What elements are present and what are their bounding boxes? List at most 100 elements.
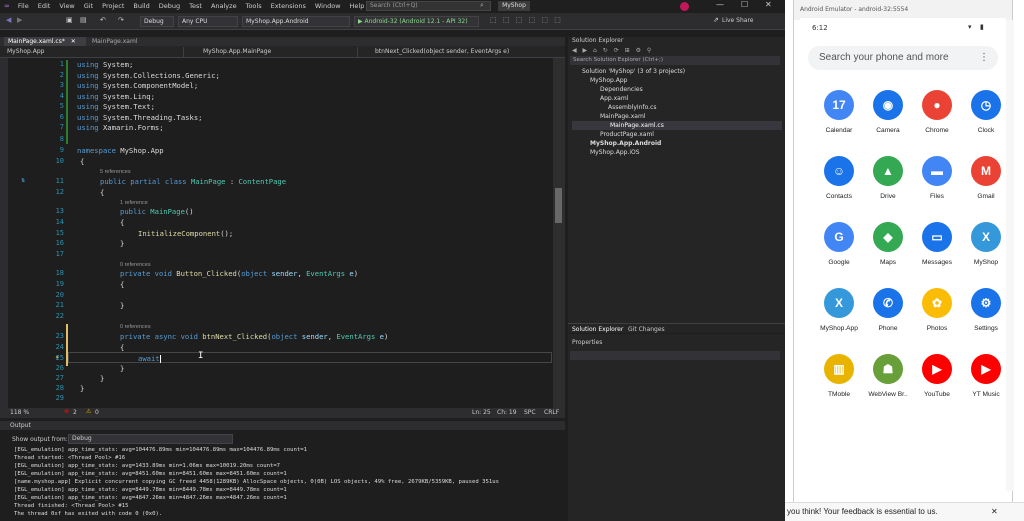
redo-icon[interactable]: ↷ [118,16,124,24]
app-calendar[interactable]: 17 Calendar [814,90,864,134]
close-icon[interactable]: ✕ [765,0,772,9]
app-drive[interactable]: ▲ Drive [863,156,913,200]
solution-search-input[interactable]: Search Solution Explorer (Ctrl+;) [570,56,780,65]
codelens-references[interactable]: 1 reference [120,200,148,206]
tab-git-changes[interactable]: Git Changes [628,326,665,333]
app-webview-br-[interactable]: ☗ WebView Br.. [863,354,913,398]
tab-solution-explorer[interactable]: Solution Explorer [572,326,623,333]
vs-logo-icon[interactable]: ∞ [4,2,10,10]
menu-analyze[interactable]: Analyze [211,2,237,10]
tree-item-selected[interactable] [572,121,782,130]
close-feedback-icon[interactable]: ✕ [991,503,998,521]
app-search-bar[interactable]: Search your phone and more [808,46,998,70]
app-yt-music[interactable]: ▶ YT Music [961,354,1011,398]
menu-tools[interactable]: Tools [246,2,262,10]
warning-icon[interactable]: ⚠ [86,408,91,415]
menu-build[interactable]: Build [133,2,149,10]
app-contacts[interactable]: ☺ Contacts [814,156,864,200]
tree-item-solution[interactable]: Solution 'MyShop' (3 of 3 projects) [582,68,685,75]
tree-item[interactable]: ProductPage.xaml [600,131,654,138]
tree-item[interactable]: MainPage.xaml.cs [610,122,664,129]
save-icon[interactable]: ▣ [66,16,73,24]
menu-edit[interactable]: Edit [38,2,51,10]
project-dropdown[interactable]: MyShop.App [4,47,184,57]
class-dropdown[interactable]: MyShop.App.MainPage [200,47,358,57]
tree-item-project[interactable]: MyShop.App.iOS [590,149,640,156]
menu-test[interactable]: Test [189,2,202,10]
codelens-icon[interactable]: ⇅ [21,176,25,184]
menu-file[interactable]: File [18,2,29,10]
tab-mainpage-xaml-cs[interactable]: MainPage.xaml.cs* ✕ [4,37,86,46]
app-phone[interactable]: ✆ Phone [863,288,913,332]
app-camera[interactable]: ◉ Camera [863,90,913,134]
tree-item-project[interactable]: MyShop.App [590,77,627,84]
back-icon[interactable]: ◀ [6,16,11,24]
codelens-references[interactable]: 0 references [120,324,151,330]
error-icon[interactable]: ⊗ [64,408,69,415]
forward-icon[interactable]: ▶ [17,16,22,24]
feedback-text: you think! Your feedback is essential to… [787,507,938,516]
code-line-25[interactable]: await [138,354,161,363]
menu-window[interactable]: Window [315,2,341,10]
editor-status-bar: 118 % ⊗ 2 ⚠ 0 Ln: 25 Ch: 19 SPC CRLF [0,408,565,418]
app-files[interactable]: ▬ Files [912,156,962,200]
properties-panel: Properties [568,334,785,521]
config-dropdown[interactable]: Debug [140,16,174,27]
app-settings[interactable]: ⚙ Settings [961,288,1011,332]
run-button[interactable]: ▶ Android-32 (Android 12.1 - API 32) [354,16,479,27]
codelens-references[interactable]: 0 references [120,262,151,268]
app-google[interactable]: G Google [814,222,864,266]
toolbox-strip[interactable] [0,58,8,408]
app-photos[interactable]: ✿ Photos [912,288,962,332]
output-source-dropdown[interactable]: Debug [68,434,233,444]
indent-mode[interactable]: SPC [524,409,536,416]
app-clock[interactable]: ◷ Clock [961,90,1011,134]
account-avatar[interactable] [680,2,689,11]
menu-view[interactable]: View [59,2,74,10]
close-tab-icon[interactable]: ✕ [71,38,76,45]
save-all-icon[interactable]: ▤ [80,16,87,24]
menu-extensions[interactable]: Extensions [271,2,306,10]
minimize-icon[interactable]: — [716,0,724,9]
code-editor[interactable]: 1 2 3 4 5 6 7 8 9 10 11 12 13 14 15 16 17 18 19 20 21 22 23 24 2… [8,58,565,408]
line-number: 15 [55,228,64,237]
app-gmail[interactable]: M Gmail [961,156,1011,200]
live-share-button[interactable]: Live Share [722,17,753,24]
app-tmoble[interactable]: ▥ TMoble [814,354,864,398]
column-indicator[interactable]: Ch: 19 [497,409,517,416]
app-chrome[interactable]: ● Chrome [912,90,962,134]
codelens-references[interactable]: 5 references [100,169,131,175]
tree-item[interactable]: MainPage.xaml [600,113,646,120]
tree-item-project[interactable]: MyShop.App.Android [590,140,661,147]
tree-item[interactable]: AssemblyInfo.cs [608,104,657,111]
startup-project-dropdown[interactable]: MyShop.App.Android [242,16,350,27]
menu-debug[interactable]: Debug [159,2,180,10]
tree-item[interactable]: Dependencies [600,86,643,93]
properties-object-dropdown[interactable] [570,351,780,360]
phone-screen[interactable]: 6:12 ▾ ▮ Search your phone and more ⋮ 17… [800,18,1006,491]
tree-item[interactable]: App.xaml [600,95,628,102]
quick-action-lightbulb-icon[interactable]: ✦ [55,353,59,361]
undo-icon[interactable]: ↶ [100,16,106,24]
app-myshop[interactable]: X MyShop [961,222,1011,266]
menu-project[interactable]: Project [102,2,124,10]
git-change-marker [66,60,68,144]
zoom-level[interactable]: 118 % [10,409,29,416]
app-myshop-app[interactable]: X MyShop.App [814,288,864,332]
line-ending[interactable]: CRLF [544,409,559,416]
platform-dropdown[interactable]: Any CPU [178,16,238,27]
search-input[interactable]: Search (Ctrl+Q) [366,1,491,11]
menu-git[interactable]: Git [84,2,93,10]
maximize-icon[interactable]: ☐ [741,0,748,9]
menu-help[interactable]: Help [350,2,365,10]
vertical-scrollbar[interactable] [553,58,565,408]
member-dropdown[interactable]: btnNext_Clicked(object sender, EventArgs… [372,47,557,57]
tab-mainpage-xaml[interactable]: MainPage.xaml [88,37,148,46]
app-messages[interactable]: ▭ Messages [912,222,962,266]
tab-label: MainPage.xaml.cs* [8,38,65,45]
more-options-icon[interactable]: ⋮ [979,52,989,63]
app-youtube[interactable]: ▶ YouTube [912,354,962,398]
line-indicator[interactable]: Ln: 25 [472,409,491,416]
toolbar-icon-group[interactable]: ⬚ ⬚ ⬚ ⬚ ⬚ ⬚ [490,16,563,24]
app-maps[interactable]: ◆ Maps [863,222,913,266]
